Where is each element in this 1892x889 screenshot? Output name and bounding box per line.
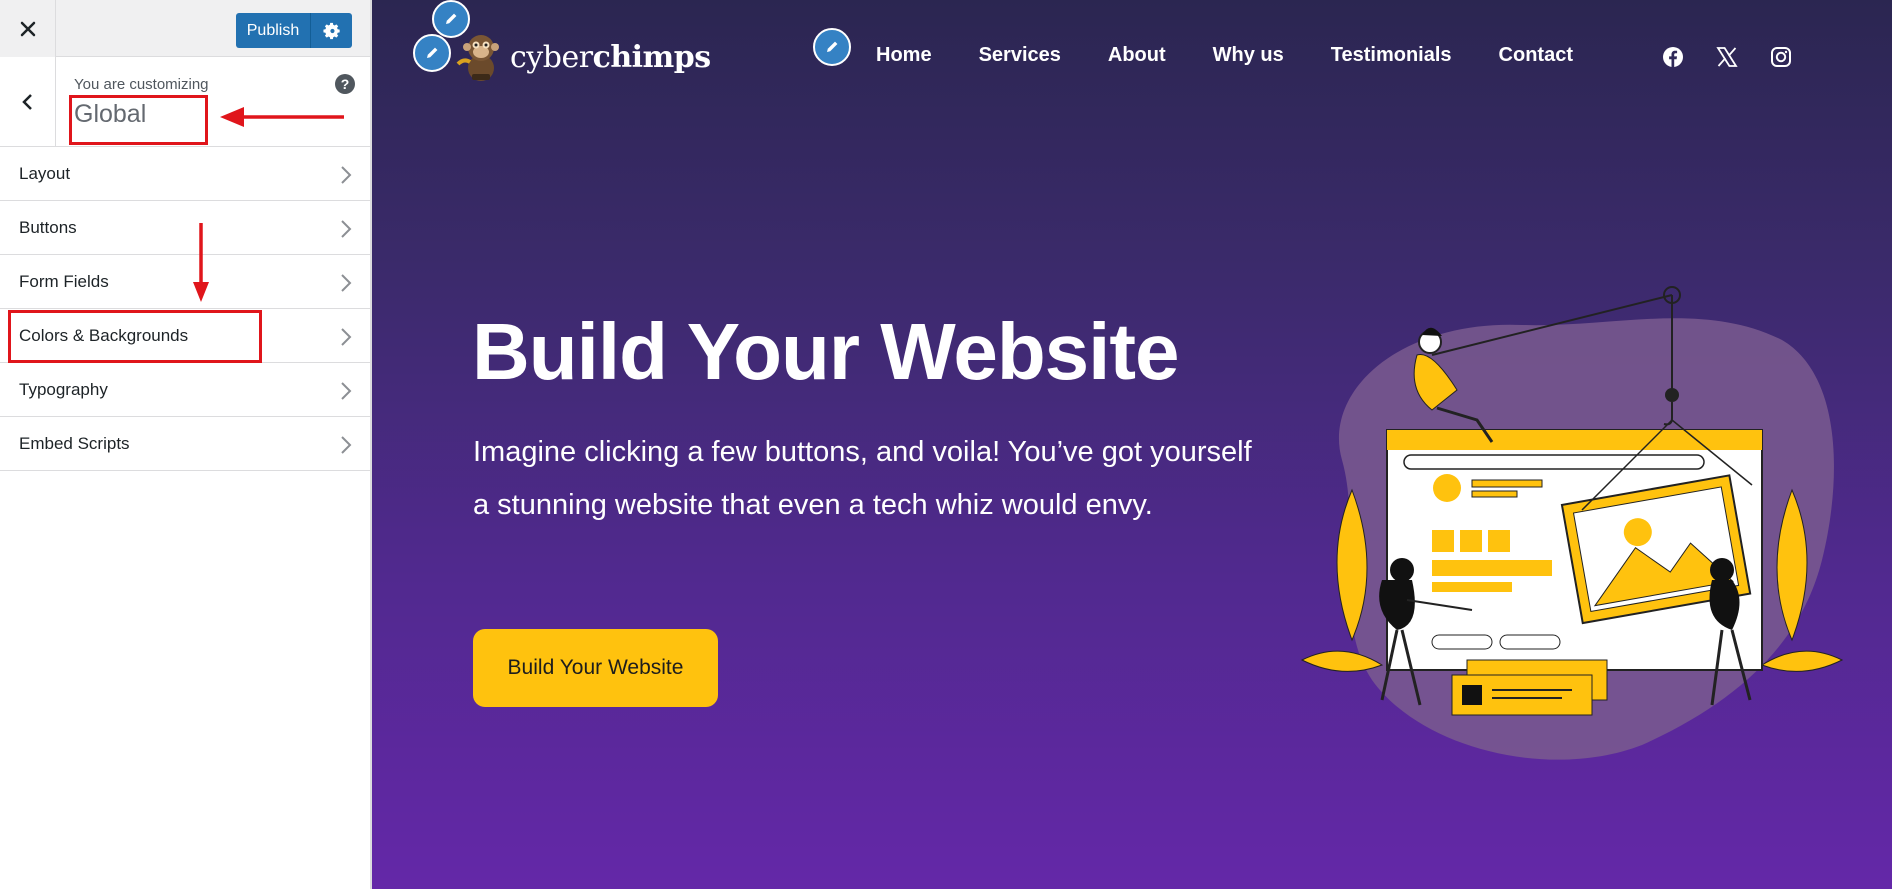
hero-illustration (1300, 286, 1844, 760)
chevron-right-icon (341, 220, 352, 238)
publish-button[interactable]: Publish (236, 13, 311, 48)
customizing-label: You are customizing (74, 76, 209, 93)
panel-item-label: Layout (19, 163, 71, 183)
annotation-box-colors (8, 310, 262, 363)
chevron-right-icon (341, 166, 352, 184)
x-twitter-icon[interactable] (1716, 46, 1738, 68)
chevron-right-icon (341, 274, 352, 292)
edit-logo-pencil-button[interactable] (432, 0, 470, 38)
panel-item-layout[interactable]: Layout (0, 147, 370, 201)
edit-menu-pencil-button[interactable] (813, 28, 851, 66)
hero-title: Build Your Website (472, 307, 1180, 396)
annotation-box-global (69, 95, 208, 145)
panel-item-label: Typography (19, 379, 108, 399)
nav-testimonials[interactable]: Testimonials (1331, 44, 1452, 67)
social-links (1662, 46, 1792, 68)
facebook-icon[interactable] (1662, 46, 1684, 68)
nav-why-us[interactable]: Why us (1213, 44, 1284, 67)
instagram-icon[interactable] (1770, 46, 1792, 68)
close-customizer-button[interactable] (0, 0, 56, 57)
chevron-left-icon (21, 94, 32, 110)
site-logo[interactable]: cyberchimps (454, 30, 711, 84)
nav-contact[interactable]: Contact (1499, 44, 1573, 67)
panel-item-label: Embed Scripts (19, 433, 130, 453)
panel-item-form-fields[interactable]: Form Fields (0, 255, 370, 309)
publish-group: Publish (236, 13, 352, 48)
logo-text: cyberchimps (510, 39, 711, 75)
customizer-panel-list: Layout Buttons Form Fields Colors & Back… (0, 147, 370, 471)
panel-item-typography[interactable]: Typography (0, 363, 370, 417)
panel-item-embed-scripts[interactable]: Embed Scripts (0, 417, 370, 471)
site-preview: cyberchimps Home Services About Why us T… (372, 0, 1892, 889)
build-website-button[interactable]: Build Your Website (473, 629, 718, 707)
hero-description: Imagine clicking a few buttons, and voil… (473, 436, 1252, 521)
primary-nav: Home Services About Why us Testimonials … (876, 44, 1620, 67)
nav-services[interactable]: Services (979, 44, 1061, 67)
publish-settings-button[interactable] (311, 13, 352, 48)
help-icon[interactable]: ? (335, 74, 355, 94)
chevron-right-icon (341, 328, 352, 346)
customizer-header: Publish (0, 0, 370, 57)
panel-item-label: Buttons (19, 217, 77, 237)
edit-site-title-pencil-button[interactable] (413, 34, 451, 72)
pencil-icon (427, 47, 438, 58)
pencil-icon (446, 13, 457, 24)
pencil-icon (827, 41, 838, 52)
monkey-mascot-icon (456, 35, 499, 81)
nav-about[interactable]: About (1108, 44, 1166, 67)
close-icon (20, 21, 35, 36)
back-button[interactable] (0, 57, 56, 147)
chevron-right-icon (341, 382, 352, 400)
nav-home[interactable]: Home (876, 44, 932, 67)
chevron-right-icon (341, 436, 352, 454)
gear-icon (322, 22, 340, 39)
panel-item-label: Form Fields (19, 271, 109, 291)
panel-item-buttons[interactable]: Buttons (0, 201, 370, 255)
